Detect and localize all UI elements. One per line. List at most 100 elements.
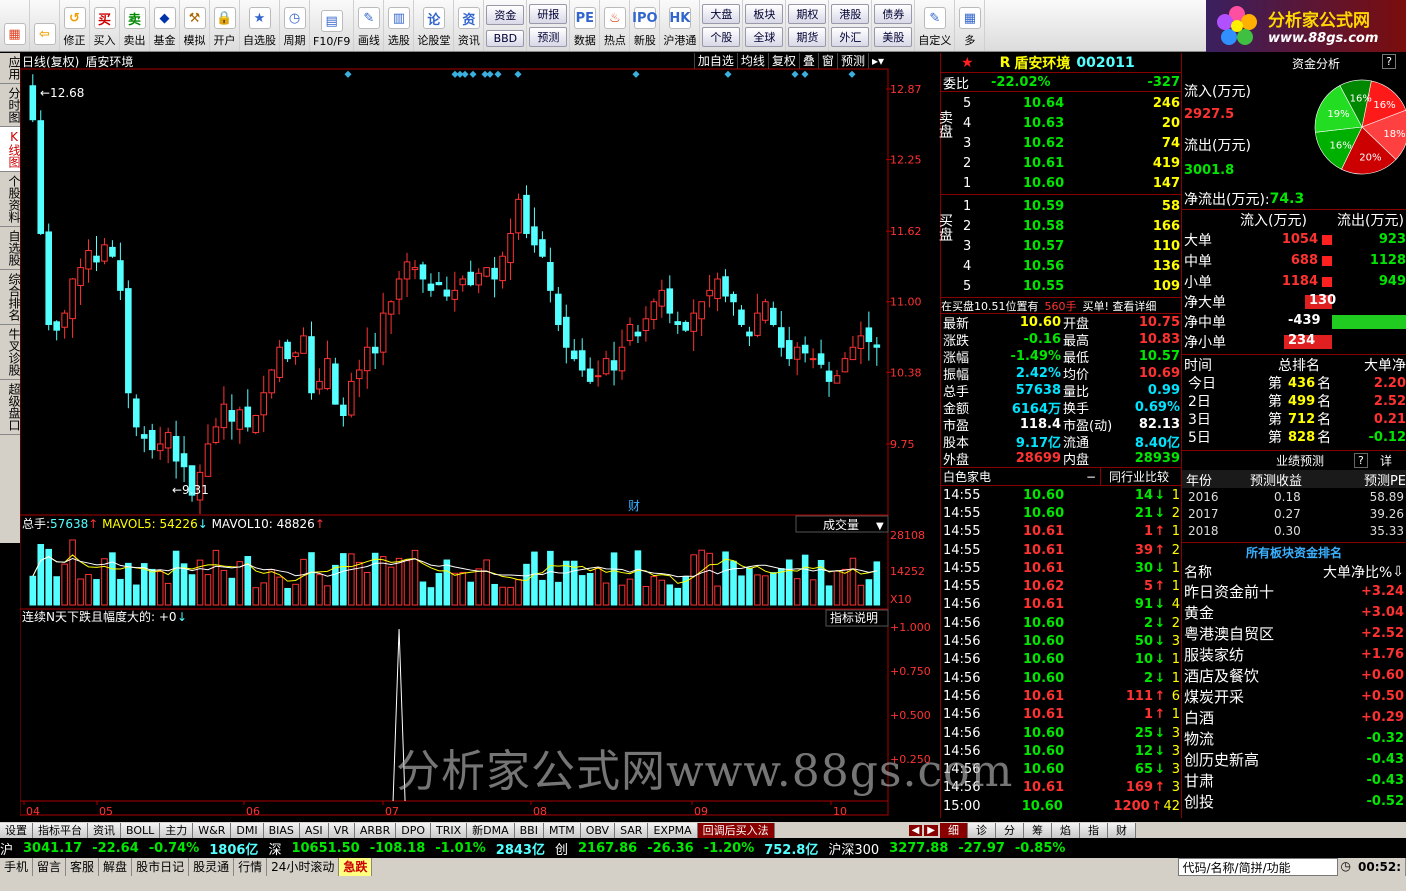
buy-level-row[interactable]: 4 10.56 136: [941, 256, 1182, 276]
statusbar-item-2[interactable]: 客服: [66, 858, 100, 876]
industry-compare-button[interactable]: 同行业比较: [1100, 468, 1169, 485]
sell-level-row[interactable]: 3 10.62 74: [941, 133, 1182, 153]
toolbar-button-论股堂[interactable]: 论论股堂: [414, 0, 455, 51]
sector-row[interactable]: 物流 -0.32: [1182, 728, 1406, 749]
buy-level-row[interactable]: 5 10.55 109: [941, 276, 1182, 296]
sector-row[interactable]: 昨日资金前十 +3.24: [1182, 581, 1406, 602]
statusbar-item-0[interactable]: 手机: [0, 858, 34, 876]
event-marker-icon[interactable]: [494, 70, 502, 78]
toolbar-button-资讯[interactable]: 资资讯: [454, 0, 485, 51]
indicator-tab-2[interactable]: 资讯: [88, 822, 121, 838]
finance-marker[interactable]: 财: [628, 499, 640, 513]
big-order-tip[interactable]: 在买盘10.51位置有 560手 买单! 查看详细: [941, 298, 1182, 314]
toolbar-button-修正[interactable]: ↺ 修正: [60, 0, 90, 51]
toolbar-pill-港股[interactable]: 港股: [831, 3, 870, 24]
toolbar-pill-个股[interactable]: 个股: [702, 27, 741, 48]
toolbar-button-画线[interactable]: ✎ 画线: [354, 0, 385, 51]
toolbar-button-选股[interactable]: ▥ 选股: [384, 0, 415, 51]
quote-tab-5[interactable]: 指: [1080, 822, 1108, 838]
forecast-detail-button[interactable]: 详: [1380, 452, 1392, 469]
indicator-tab-6[interactable]: DMI: [231, 822, 264, 838]
indicator-tab-13[interactable]: 新DMA: [467, 822, 515, 838]
sector-row[interactable]: 甘肃 -0.43: [1182, 770, 1406, 791]
event-marker-icon[interactable]: [486, 70, 494, 78]
indicator-tab-12[interactable]: TRIX: [430, 822, 468, 838]
left-tab-4[interactable]: 自选股: [0, 227, 21, 270]
sector-row[interactable]: 白酒 +0.29: [1182, 707, 1406, 728]
buy-level-row[interactable]: 1 10.59 58: [941, 196, 1182, 216]
indicator-tab-15[interactable]: MTM: [543, 822, 581, 838]
big-order-detail-link[interactable]: 买单! 查看详细: [1083, 298, 1157, 314]
event-marker-icon[interactable]: [344, 70, 352, 78]
toolbar-pill-期权[interactable]: 期权: [788, 3, 827, 24]
toolbar-pill-全球[interactable]: 全球: [745, 27, 784, 48]
toolbar-button-开户[interactable]: 🔒 开户: [210, 0, 240, 51]
toolbar-button-沪港通[interactable]: HK 沪港通: [660, 0, 701, 51]
left-tab-2[interactable]: K线图: [0, 127, 21, 172]
industry-label[interactable]: 白色家电: [941, 468, 1086, 485]
indicator-tab-18[interactable]: EXPMA: [648, 822, 698, 838]
toolbar-button-卖出[interactable]: 卖卖出: [120, 0, 150, 51]
sector-row[interactable]: 黄金 +3.04: [1182, 602, 1406, 623]
indicator-tab-16[interactable]: OBV: [580, 822, 616, 838]
toolbar-button-热点[interactable]: ♨ 热点: [600, 0, 631, 51]
buy-level-row[interactable]: 2 10.58 166: [941, 216, 1182, 236]
indicator-tab-1[interactable]: 指标平台: [33, 822, 88, 838]
toolbar-button-模拟[interactable]: ⚒ 模拟: [180, 0, 210, 51]
toolbar-button-基金[interactable]: ◆ 基金: [150, 0, 180, 51]
toolbar-button-F10/F9[interactable]: ▤ F10/F9: [310, 0, 355, 51]
toolbar-button-自定义[interactable]: ✎ 自定义: [915, 0, 956, 51]
indicator-tab-11[interactable]: DPO: [396, 822, 431, 838]
sector-row[interactable]: 煤炭开采 +0.50: [1182, 686, 1406, 707]
sell-level-row[interactable]: 1 10.60 147: [941, 173, 1182, 193]
toolbar-button-多[interactable]: ▦ 多: [955, 0, 986, 51]
quick-search-input[interactable]: 代码/名称/简拼/功能: [1177, 858, 1338, 876]
left-tab-1[interactable]: 分时图: [0, 84, 21, 127]
event-marker-icon[interactable]: [461, 70, 469, 78]
indicator-tab-19[interactable]: 回调后买入法: [697, 822, 775, 838]
left-tab-5[interactable]: 综合排名: [0, 270, 21, 325]
left-tab-6[interactable]: 牛叉诊股: [0, 325, 21, 380]
sector-col-net[interactable]: 大单净比%: [1307, 562, 1392, 582]
left-tab-3[interactable]: 个股资料: [0, 172, 21, 227]
indicator-tab-14[interactable]: BBI: [514, 822, 544, 838]
indicator-tab-10[interactable]: ARBR: [354, 822, 397, 838]
event-marker-icon[interactable]: [514, 70, 522, 78]
toolbar-pill-板块[interactable]: 板块: [745, 3, 784, 24]
tab-scroll-right-icon[interactable]: ▶: [924, 824, 938, 836]
sort-down-icon[interactable]: ⇩: [1392, 564, 1406, 580]
quote-tab-1[interactable]: 诊: [968, 822, 996, 838]
toolbar-pill-研报[interactable]: 研报: [529, 3, 568, 24]
indicator-tab-17[interactable]: SAR: [615, 822, 649, 838]
toolbar-pill-资金[interactable]: 资金: [486, 4, 525, 25]
toolbar-button-买入[interactable]: 买买入: [90, 0, 120, 51]
statusbar-item-5[interactable]: 股灵通: [189, 858, 235, 876]
toolbar-button-自选股[interactable]: ★ 自选股: [240, 0, 280, 51]
sell-level-row[interactable]: 2 10.61 419: [941, 153, 1182, 173]
statusbar-alert[interactable]: 急跌: [339, 858, 373, 876]
buy-level-row[interactable]: 3 10.57 110: [941, 236, 1182, 256]
event-marker-icon[interactable]: [469, 70, 477, 78]
quote-tab-0[interactable]: 细: [940, 822, 968, 838]
tab-scroll-left-icon[interactable]: ◀: [908, 824, 923, 836]
toolbar-pill-债券[interactable]: 债券: [874, 3, 913, 24]
quote-tab-6[interactable]: 财: [1108, 822, 1136, 838]
statusbar-item-7[interactable]: 24小时滚动: [267, 858, 340, 876]
indicator-tab-0[interactable]: 设置: [0, 822, 33, 838]
indicator-tab-8[interactable]: ASI: [299, 822, 329, 838]
indicator-tab-5[interactable]: W&R: [193, 822, 232, 838]
toolbar-button-back-arrow-icon[interactable]: ⇦: [30, 0, 60, 51]
forecast-help-icon[interactable]: ?: [1354, 453, 1368, 468]
chart-svg[interactable]: 12.87 12.25 11.62 11.00 10.38 9.75 ←12.68 ←9.31…: [20, 53, 937, 818]
toolbar-button-数据[interactable]: PE 数据: [570, 0, 601, 51]
toolbar-pill-预测[interactable]: 预测: [529, 27, 568, 48]
event-marker-icon[interactable]: [801, 70, 809, 78]
quote-tab-3[interactable]: 筹: [1024, 822, 1052, 838]
industry-collapse-icon[interactable]: −: [1086, 470, 1100, 484]
sector-col-name[interactable]: 名称: [1182, 562, 1307, 582]
indicator-tab-9[interactable]: VR: [328, 822, 355, 838]
toolbar-button-windows-grid-icon[interactable]: ▦: [0, 0, 30, 51]
toolbar-button-周期[interactable]: ◷ 周期: [280, 0, 310, 51]
favorite-star-icon[interactable]: ★: [961, 55, 974, 71]
sector-row[interactable]: 粤港澳自贸区 +2.52: [1182, 623, 1406, 644]
